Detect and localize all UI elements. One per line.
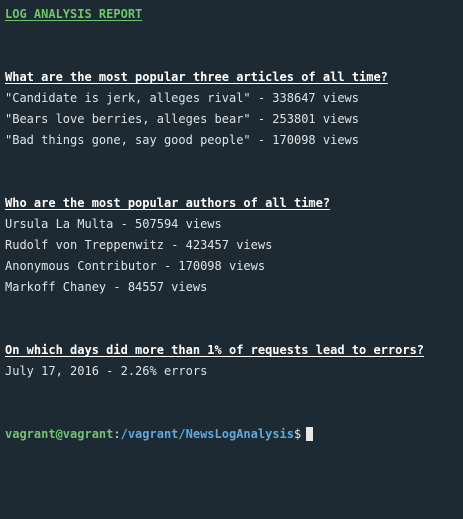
- prompt-user-host: vagrant@vagrant: [5, 427, 114, 441]
- prompt-separator: :: [113, 427, 121, 441]
- error-day-row: July 17, 2016 - 2.26% errors: [5, 364, 208, 378]
- section-heading-authors: Who are the most popular authors of all …: [5, 196, 331, 210]
- terminal-window[interactable]: LOG ANALYSIS REPORT What are the most po…: [0, 0, 463, 519]
- section-heading-articles: What are the most popular three articles…: [5, 70, 388, 84]
- text-cursor[interactable]: [306, 427, 314, 441]
- article-row: "Bears love berries, alleges bear" - 253…: [5, 112, 360, 126]
- section-heading-errors: On which days did more than 1% of reques…: [5, 343, 425, 357]
- prompt-symbol: $: [294, 427, 302, 441]
- author-row: Ursula La Multa - 507594 views: [5, 217, 222, 231]
- prompt-path: /vagrant/NewsLogAnalysis: [120, 427, 294, 441]
- author-row: Markoff Chaney - 84557 views: [5, 280, 208, 294]
- shell-prompt[interactable]: vagrant@vagrant:/vagrant/NewsLogAnalysis…: [5, 426, 458, 447]
- article-row: "Bad things gone, say good people" - 170…: [5, 133, 360, 147]
- report-title: LOG ANALYSIS REPORT: [5, 7, 143, 21]
- article-row: "Candidate is jerk, alleges rival" - 338…: [5, 91, 360, 105]
- author-row: Rudolf von Treppenwitz - 423457 views: [5, 238, 273, 252]
- author-row: Anonymous Contributor - 170098 views: [5, 259, 266, 273]
